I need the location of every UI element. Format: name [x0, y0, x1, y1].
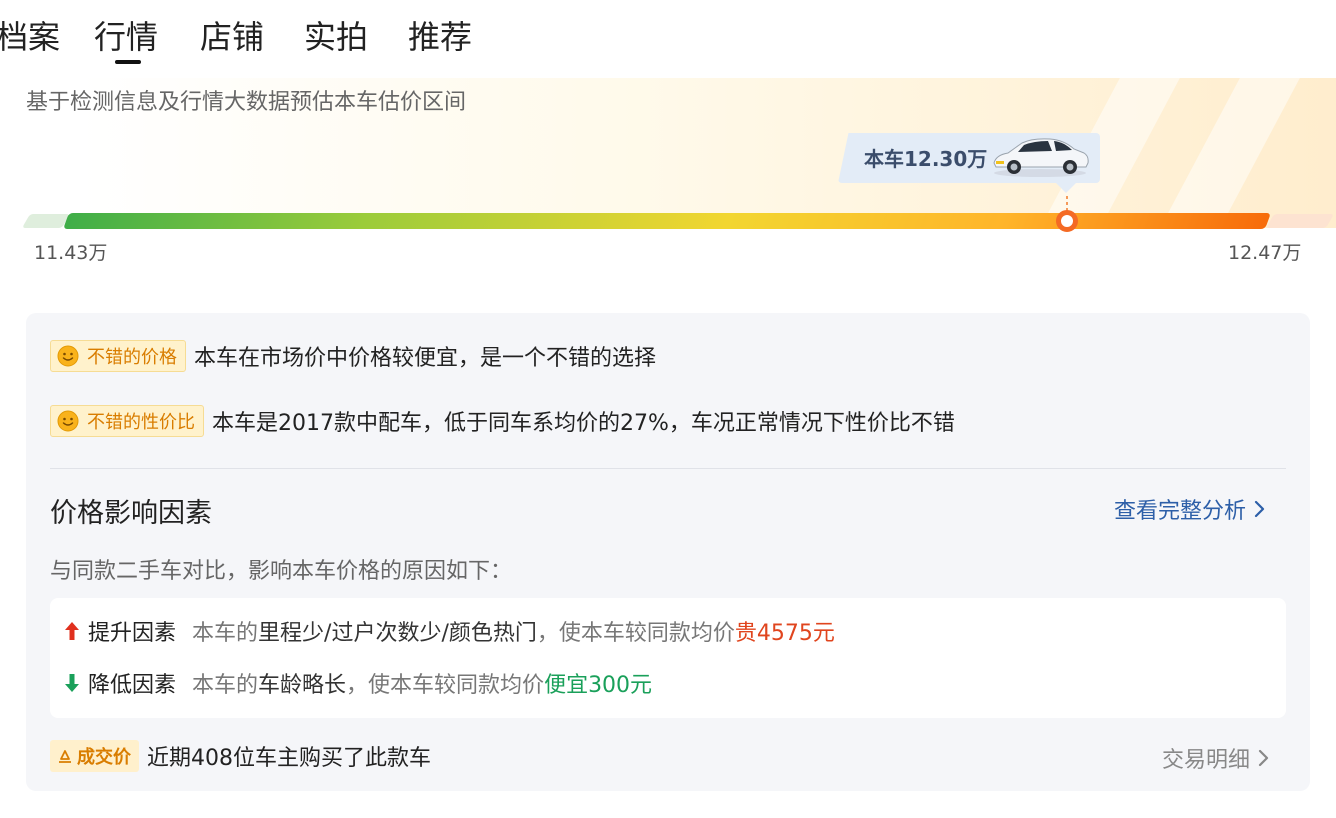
verdict-row-value: 不错的性价比 本车是2017款中配车，低于同车系均价的27%，车况正常情况下性价… [50, 405, 955, 437]
current-car-price-tag: 本车12.30万 [838, 133, 1100, 193]
smile-icon [57, 410, 79, 432]
factor-label: 降低因素 [88, 673, 177, 698]
price-tag-icon [59, 750, 71, 763]
arrow-up-icon [65, 622, 79, 640]
factor-result: 便宜300元 [544, 673, 653, 698]
factor-middle: ，使本车较同款均价 [536, 621, 735, 646]
verdict-badge: 不错的价格 [50, 340, 186, 372]
full-analysis-label: 查看完整分析 [1114, 499, 1247, 524]
deal-price-badge: 成交价 [50, 740, 139, 772]
price-factors-title: 价格影响因素 [50, 498, 212, 529]
comparison-intro: 与同款二手车对比，影响本车价格的原因如下： [50, 559, 513, 584]
current-price-marker [1056, 210, 1078, 232]
current-car-price: 本车12.30万 [864, 147, 988, 171]
tab-bar: 档案 行情 店铺 实拍 推荐 [0, 0, 1336, 72]
price-analysis-card: 不错的价格 本车在市场价中价格较便宜，是一个不错的选择 不错的性价比 本车是20… [26, 313, 1310, 791]
factor-middle: ，使本车较同款均价 [346, 673, 545, 698]
tab-recommend[interactable]: 推荐 [408, 14, 472, 60]
chevron-right-icon [1258, 749, 1269, 767]
tab-store[interactable]: 店铺 [200, 14, 264, 60]
factors-box: 提升因素 本车的 里程少/过户次数少/颜色热门 ，使本车较同款均价 贵4575元… [50, 598, 1286, 718]
verdict-row-price: 不错的价格 本车在市场价中价格较便宜，是一个不错的选择 [50, 340, 656, 372]
price-estimate-section: 基于检测信息及行情大数据预估本车估价区间 本车12.30万 11.43万 12.… [0, 78, 1336, 278]
price-max-label: 12.47万 [1228, 242, 1302, 264]
divider [50, 468, 1286, 469]
active-tab-indicator [115, 60, 141, 64]
factor-items: 里程少/过户次数少/颜色热门 [258, 621, 537, 646]
tab-photos[interactable]: 实拍 [304, 14, 368, 60]
full-analysis-link[interactable]: 查看完整分析 [1114, 493, 1266, 525]
deal-summary: 近期408位车主购买了此款车 [147, 746, 431, 771]
verdict-badge: 不错的性价比 [50, 405, 204, 437]
verdict-text: 本车是2017款中配车，低于同车系均价的27%，车况正常情况下性价比不错 [212, 411, 955, 436]
verdict-text: 本车在市场价中价格较便宜，是一个不错的选择 [194, 346, 657, 371]
price-estimate-subtitle: 基于检测信息及行情大数据预估本车估价区间 [26, 90, 467, 115]
transaction-detail-label: 交易明细 [1162, 748, 1251, 773]
tab-market[interactable]: 行情 [94, 14, 158, 60]
factor-prefix: 本车的 [192, 621, 259, 646]
tab-archive[interactable]: 档案 [0, 14, 60, 60]
chevron-right-icon [1254, 500, 1265, 518]
verdict-badge-label: 不错的价格 [87, 347, 177, 368]
price-range-bar [63, 213, 1271, 229]
factor-row-increase: 提升因素 本车的 里程少/过户次数少/颜色热门 ，使本车较同款均价 贵4575元 [64, 615, 835, 647]
deal-row: 成交价 近期408位车主购买了此款车 [50, 740, 431, 772]
price-min-label: 11.43万 [34, 242, 108, 264]
factor-label: 提升因素 [88, 621, 177, 646]
verdict-badge-label: 不错的性价比 [87, 412, 195, 433]
bg-decoration [1160, 78, 1300, 228]
factor-result: 贵4575元 [734, 621, 835, 646]
car-image-icon [993, 138, 1089, 177]
factor-row-decrease: 降低因素 本车的 车龄略长 ，使本车较同款均价 便宜300元 [64, 667, 652, 699]
factor-items: 车龄略长 [258, 673, 347, 698]
smile-icon [57, 345, 79, 367]
transaction-detail-link[interactable]: 交易明细 [1162, 742, 1270, 774]
factor-prefix: 本车的 [192, 673, 259, 698]
arrow-down-icon [65, 674, 79, 692]
deal-badge-label: 成交价 [77, 747, 131, 768]
